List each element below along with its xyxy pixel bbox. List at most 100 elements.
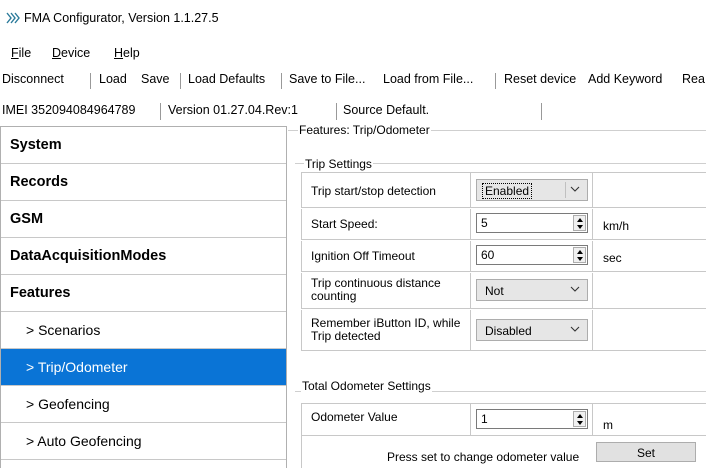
- ignition-timeout-unit: sec: [603, 251, 622, 265]
- load-defaults-button[interactable]: Load Defaults: [188, 72, 265, 86]
- version-label: Version 01.27.04.Rev:1: [168, 103, 298, 117]
- disconnect-button[interactable]: Disconnect: [2, 72, 64, 86]
- table-row: Start Speed: 5 km/h: [301, 209, 706, 240]
- ignition-timeout-label: Ignition Off Timeout: [311, 249, 415, 263]
- source-label: Source Default.: [343, 103, 430, 117]
- spinner-icon[interactable]: [573, 411, 586, 427]
- spin-value: 60: [481, 248, 495, 262]
- menu-device-accel: D: [52, 46, 62, 60]
- select-value: Enabled: [481, 183, 533, 199]
- trip-detection-label: Trip start/stop detection: [311, 184, 436, 198]
- nav-item-features[interactable]: Features: [1, 275, 286, 312]
- unit-cell: km/h: [593, 209, 706, 239]
- nav-item-label: Features: [10, 285, 71, 301]
- read-button[interactable]: Rea: [682, 72, 705, 86]
- ignition-timeout-input[interactable]: 60: [476, 245, 588, 265]
- settings-nav: System Records GSM DataAcquisitionModes …: [0, 126, 287, 468]
- nav-item-gsm[interactable]: GSM: [1, 201, 286, 238]
- title-bar: FMA Configurator, Version 1.1.27.5: [0, 0, 706, 36]
- save-button[interactable]: Save: [141, 72, 170, 86]
- nav-item-label: > Geofencing: [26, 396, 110, 412]
- nav-item-data-acquisition-modes[interactable]: DataAcquisitionModes: [1, 238, 286, 275]
- menu-file-accel: F: [11, 46, 19, 60]
- select-value: Not: [485, 284, 504, 298]
- menu-file[interactable]: File: [11, 46, 31, 60]
- select-value: Disabled: [485, 324, 532, 338]
- trip-detection-select[interactable]: Enabled: [476, 179, 588, 201]
- label-cell: Odometer Value: [301, 404, 471, 435]
- menu-bar: File Device Help: [0, 44, 706, 64]
- nav-item-records[interactable]: Records: [1, 164, 286, 201]
- load-from-file-button[interactable]: Load from File...: [383, 72, 473, 86]
- add-keyword-button[interactable]: Add Keyword: [588, 72, 662, 86]
- spin-value: 5: [481, 216, 488, 230]
- spin-value: 1: [481, 412, 488, 426]
- nav-item-geofencing[interactable]: > Geofencing: [1, 386, 286, 423]
- reset-device-button[interactable]: Reset device: [504, 72, 576, 86]
- value-cell: Enabled: [471, 173, 593, 207]
- toolbar-separator: [180, 73, 181, 89]
- spin-down-icon: [577, 421, 583, 425]
- menu-file-rest: ile: [18, 46, 32, 60]
- odometer-action-row: Press set to change odometer value Set: [301, 436, 706, 468]
- spinner-icon[interactable]: [573, 215, 586, 231]
- toolbar-separator: [90, 73, 91, 89]
- set-odometer-button[interactable]: Set: [596, 442, 696, 462]
- save-to-file-button[interactable]: Save to File...: [289, 72, 365, 86]
- nav-item-scenarios[interactable]: > Scenarios: [1, 312, 286, 349]
- ibutton-label-line2: Trip detected: [311, 329, 381, 343]
- menu-help-rest: elp: [123, 46, 140, 60]
- toolbar: Disconnect Load Save Load Defaults Save …: [0, 70, 706, 92]
- menu-device-rest: evice: [61, 46, 91, 60]
- unit-cell: [593, 273, 706, 308]
- spinner-icon[interactable]: [573, 247, 586, 263]
- label-cell: Ignition Off Timeout: [301, 241, 471, 271]
- table-row: Trip start/stop detection Enabled: [301, 172, 706, 208]
- value-cell: Disabled: [471, 310, 593, 350]
- nav-item-label: > Scenarios: [26, 322, 101, 338]
- odometer-value-input[interactable]: 1: [476, 409, 588, 429]
- select-divider: [565, 182, 566, 198]
- table-row: Odometer Value 1 m: [301, 403, 706, 436]
- nav-item-label: Records: [10, 174, 69, 190]
- spin-up-icon: [577, 414, 583, 418]
- status-separator: [336, 103, 337, 120]
- toolbar-separator: [281, 73, 282, 89]
- value-cell: 1: [471, 404, 593, 435]
- table-row: Remember iButton ID, while Trip detected…: [301, 310, 706, 351]
- label-cell: Remember iButton ID, while Trip detected: [301, 310, 471, 350]
- nav-item-trip-odometer[interactable]: > Trip/Odometer: [1, 349, 286, 386]
- toolbar-separator: [495, 73, 496, 89]
- value-cell: Not: [471, 273, 593, 308]
- press-set-hint: Press set to change odometer value: [387, 450, 580, 464]
- table-row: Ignition Off Timeout 60 sec: [301, 241, 706, 272]
- start-speed-label: Start Speed:: [311, 217, 378, 231]
- value-cell: 60: [471, 241, 593, 271]
- start-speed-unit: km/h: [603, 219, 630, 233]
- nav-item-label: > Trip/Odometer: [26, 359, 128, 375]
- start-speed-input[interactable]: 5: [476, 213, 588, 233]
- ibutton-select[interactable]: Disabled: [476, 319, 588, 341]
- menu-help[interactable]: Help: [114, 46, 140, 60]
- spin-up-icon: [577, 218, 583, 222]
- chevron-down-icon: [570, 326, 580, 332]
- features-group-title: Features: Trip/Odometer: [298, 123, 431, 137]
- nav-item-system[interactable]: System: [1, 127, 286, 164]
- status-separator: [160, 103, 161, 120]
- unit-cell: sec: [593, 241, 706, 271]
- window-title: FMA Configurator, Version 1.1.27.5: [24, 11, 219, 25]
- app-icon: [6, 12, 20, 24]
- trip-settings-title: Trip Settings: [304, 157, 373, 171]
- nav-item-label: GSM: [10, 211, 44, 227]
- menu-help-accel: H: [114, 46, 124, 60]
- unit-cell: [593, 310, 706, 350]
- nav-item-auto-geofencing[interactable]: > Auto Geofencing: [1, 423, 286, 460]
- menu-device[interactable]: Device: [52, 46, 90, 60]
- odometer-settings-title: Total Odometer Settings: [301, 379, 432, 393]
- device-status-bar: IMEI 352094084964789 Version 01.27.04.Re…: [0, 100, 706, 122]
- label-cell: Start Speed:: [301, 209, 471, 239]
- nav-item-label: DataAcquisitionModes: [10, 248, 167, 264]
- continuous-counting-select[interactable]: Not: [476, 279, 588, 301]
- load-button[interactable]: Load: [99, 72, 127, 86]
- odometer-unit: m: [603, 418, 613, 432]
